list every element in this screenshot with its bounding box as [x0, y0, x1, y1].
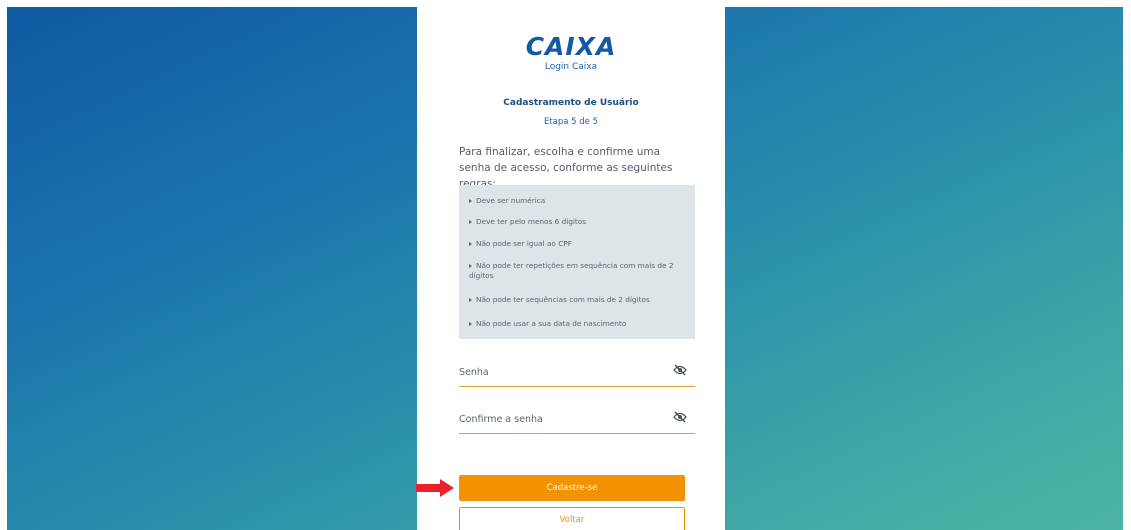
page-background: CAIXA Login Caixa Cadastramento de Usuár… — [7, 7, 1123, 530]
step-indicator: Etapa 5 de 5 — [543, 117, 599, 127]
bullet-triangle-icon — [469, 322, 472, 326]
register-button[interactable]: Cadastre-se — [459, 475, 685, 501]
password-rules-box: Deve ser numérica Deve ter pelo menos 6 … — [459, 185, 695, 339]
confirm-password-field — [459, 411, 695, 434]
bullet-triangle-icon — [469, 220, 472, 224]
eye-slash-icon[interactable] — [673, 364, 687, 376]
password-input[interactable] — [459, 367, 659, 378]
login-card: CAIXA Login Caixa Cadastramento de Usuár… — [417, 7, 725, 530]
confirm-password-input[interactable] — [459, 414, 659, 425]
caixa-logo: CAIXA — [525, 32, 617, 61]
page-title: Cadastramento de Usuário — [503, 98, 639, 108]
rule-item: Não pode ter sequências com mais de 2 dí… — [469, 295, 687, 305]
back-button[interactable]: Voltar — [459, 507, 685, 530]
password-field — [459, 364, 695, 387]
rule-item: Não pode ter repetições em sequência com… — [469, 261, 674, 280]
red-arrow-icon — [416, 479, 454, 497]
rule-item: Não pode usar a sua data de nascimento — [469, 319, 687, 329]
bullet-triangle-icon — [469, 298, 472, 302]
eye-slash-icon[interactable] — [673, 411, 687, 423]
bullet-triangle-icon — [469, 242, 472, 246]
rule-item: Deve ter pelo menos 6 dígitos — [469, 217, 687, 227]
rule-item: Deve ser numérica — [469, 196, 687, 206]
bullet-triangle-icon — [469, 264, 472, 268]
rule-item: Não pode ser igual ao CPF — [469, 239, 687, 249]
logo-subtitle: Login Caixa — [544, 62, 598, 72]
bullet-triangle-icon — [469, 199, 472, 203]
